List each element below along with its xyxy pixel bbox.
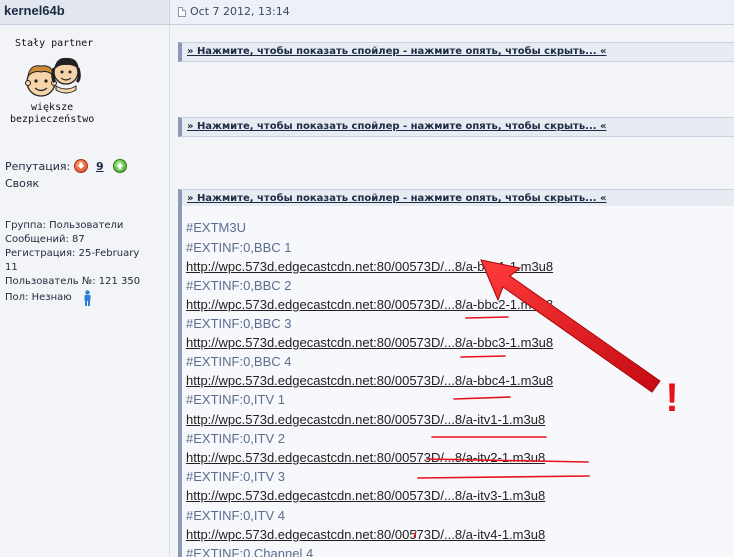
post-date: Oct 7 2012, 13:14 <box>190 5 290 18</box>
post-author-header: kernel64b <box>0 0 170 25</box>
username-link[interactable]: kernel64b <box>4 3 65 18</box>
user-post-count: Сообщений: 87 <box>5 234 85 245</box>
playlist-url-link[interactable]: http://wpc.573d.edgecastcdn.net:80/00573… <box>186 412 545 427</box>
user-number: Пользователь №: 121 350 <box>5 276 141 287</box>
spoiler-toggle[interactable]: » Нажмите, чтобы показать спойлер - нажм… <box>178 42 734 62</box>
spoiler-toggle[interactable]: » Нажмите, чтобы показать спойлер - нажм… <box>178 117 734 137</box>
user-group: Группа: Пользователи <box>5 220 124 231</box>
playlist-extinf: #EXTINF:0,ITV 1 <box>186 392 285 407</box>
user-status: Свояк <box>5 177 40 190</box>
reputation-up-icon[interactable] <box>113 159 127 173</box>
spoiler-toggle-label[interactable]: » Нажмите, чтобы показать спойлер - нажм… <box>187 46 607 57</box>
user-registration-cont: 11 <box>5 262 18 273</box>
person-icon <box>84 290 91 306</box>
reputation-down-icon[interactable] <box>74 159 88 173</box>
playlist-url-link[interactable]: http://wpc.573d.edgecastcdn.net:80/00573… <box>186 297 553 312</box>
playlist-extinf: #EXTINF:0,ITV 3 <box>186 469 285 484</box>
spoiler-toggle-label[interactable]: » Нажмите, чтобы показать спойлер - нажм… <box>187 121 607 132</box>
partner-badge-title: Stały partner <box>15 38 94 49</box>
playlist-extinf: #EXTINF:0,ITV 2 <box>186 431 285 446</box>
arrow-down-icon <box>77 162 85 169</box>
playlist-extinf: #EXTINF:0,BBC 2 <box>186 278 292 293</box>
playlist-extinf: #EXTINF:0,ITV 4 <box>186 508 285 523</box>
spoiler-toggle-label[interactable]: » Нажмите, чтобы показать спойлер - нажм… <box>187 193 607 204</box>
playlist-extinf: #EXTINF:0,BBC 3 <box>186 316 292 331</box>
forum-post: kernel64b Oct 7 2012, 13:14 Stały partne… <box>0 0 734 557</box>
playlist-url-link[interactable]: http://wpc.573d.edgecastcdn.net:80/00573… <box>186 335 553 350</box>
playlist-extinf: #EXTINF:0,Channel 4 <box>186 546 314 557</box>
reputation-label: Репутация: <box>5 160 71 173</box>
playlist-url-link[interactable]: http://wpc.573d.edgecastcdn.net:80/00573… <box>186 450 545 465</box>
playlist-url-link[interactable]: http://wpc.573d.edgecastcdn.net:80/00573… <box>186 259 553 274</box>
partner-badge-line: większe <box>31 102 74 113</box>
partner-badge-line: bezpieczeństwo <box>10 114 95 125</box>
post-page-icon[interactable] <box>178 7 186 17</box>
reputation-value[interactable]: 9 <box>96 160 104 173</box>
playlist-url-link[interactable]: http://wpc.573d.edgecastcdn.net:80/00573… <box>186 373 553 388</box>
playlist-url-link[interactable]: http://wpc.573d.edgecastcdn.net:80/00573… <box>186 527 545 542</box>
user-gender: Пол: Незнаю <box>5 292 72 303</box>
playlist-extinf: #EXTINF:0,BBC 4 <box>186 354 292 369</box>
playlist-header: #EXTM3U <box>186 220 246 235</box>
arrow-up-icon <box>116 162 124 170</box>
user-registration: Регистрация: 25-February <box>5 248 140 259</box>
kids-avatar-logo <box>25 57 81 97</box>
playlist-extinf: #EXTINF:0,BBC 1 <box>186 240 292 255</box>
playlist-url-link[interactable]: http://wpc.573d.edgecastcdn.net:80/00573… <box>186 488 545 503</box>
